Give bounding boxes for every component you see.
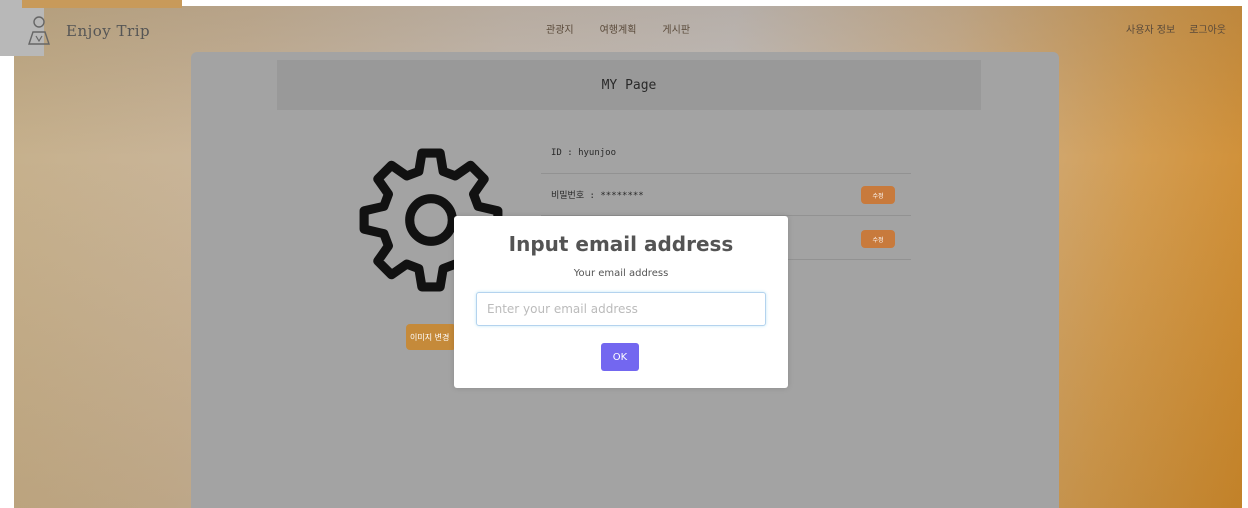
nav-item-attractions[interactable]: 관광지 bbox=[546, 21, 574, 36]
brand-name: Enjoy Trip bbox=[66, 22, 151, 40]
info-label: ID : hyunjoo bbox=[551, 147, 617, 158]
nav-center: 관광지 여행계획 게시판 bbox=[546, 21, 690, 36]
edit-email-button[interactable]: 수정 bbox=[861, 230, 895, 248]
nav-item-board[interactable]: 게시판 bbox=[662, 21, 690, 36]
edit-password-button[interactable]: 수정 bbox=[861, 186, 895, 204]
modal-title: Input email address bbox=[508, 232, 734, 256]
modal-subtitle: Your email address bbox=[573, 268, 669, 279]
email-modal: Input email address Your email address O… bbox=[454, 216, 788, 388]
email-input[interactable] bbox=[476, 292, 766, 326]
change-image-button[interactable]: 이미지 변경 bbox=[406, 324, 456, 350]
info-row-password: 비밀번호 : ******** 수정 bbox=[541, 174, 911, 216]
ok-button[interactable]: OK bbox=[601, 343, 639, 371]
info-row-id: ID : hyunjoo bbox=[541, 132, 911, 174]
traveler-logo-icon bbox=[28, 16, 50, 45]
nav-item-logout[interactable]: 로그아웃 bbox=[1189, 21, 1226, 36]
nav-right: 사용자 정보 로그아웃 bbox=[1126, 21, 1226, 36]
nav-item-travel-plan[interactable]: 여행계획 bbox=[600, 21, 637, 36]
navbar: Enjoy Trip 관광지 여행계획 게시판 사용자 정보 로그아웃 bbox=[14, 6, 1242, 50]
page-title: MY Page bbox=[277, 60, 981, 110]
info-label: 비밀번호 : ******** bbox=[551, 191, 644, 201]
logo[interactable]: Enjoy Trip bbox=[22, 14, 150, 48]
nav-item-user-info[interactable]: 사용자 정보 bbox=[1126, 21, 1175, 36]
